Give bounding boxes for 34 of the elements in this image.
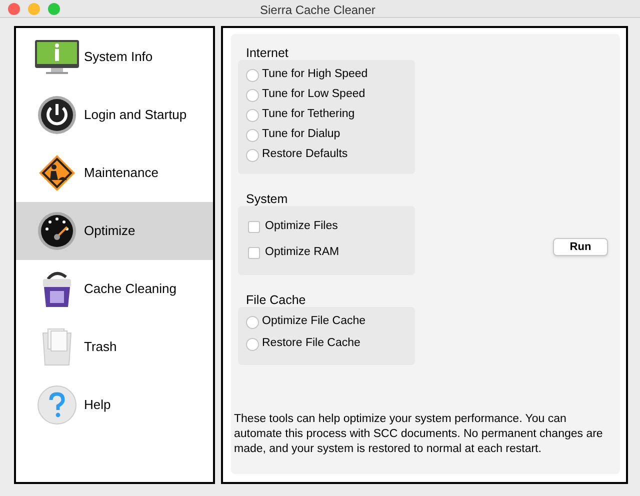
radio-button[interactable] (246, 68, 259, 82)
monitor-icon (34, 39, 80, 75)
option-label: Optimize File Cache (262, 314, 366, 330)
power-icon (37, 95, 77, 135)
option-label: Tune for Low Speed (262, 87, 366, 102)
option-label: Optimize Files (265, 219, 338, 234)
option-label: Tune for Tethering (262, 107, 355, 122)
radio-button[interactable] (246, 338, 259, 350)
help-icon (37, 385, 77, 425)
radio-button[interactable] (246, 316, 259, 328)
option-label: Tune for High Speed (262, 67, 368, 82)
option-label: Restore File Cache (262, 336, 360, 352)
worker-sign-icon (38, 154, 76, 192)
gauge-icon (37, 211, 77, 251)
group-heading: System (245, 191, 289, 206)
sidebar-item[interactable]: Optimize (16, 202, 213, 260)
minimize-button[interactable] (28, 2, 40, 14)
checkbox[interactable] (248, 221, 260, 233)
window-title: Sierra Cache Cleaner (260, 2, 376, 19)
checkbox[interactable] (248, 247, 260, 259)
close-button[interactable] (8, 2, 20, 14)
option-label: Optimize RAM (265, 245, 340, 260)
radio-button[interactable] (246, 88, 259, 102)
trash-icon (40, 327, 74, 367)
radio-button[interactable] (246, 128, 259, 142)
zoom-button[interactable] (48, 2, 60, 14)
group-heading: Internet (245, 45, 290, 60)
radio-button[interactable] (246, 108, 259, 122)
run-button[interactable]: Run (553, 238, 608, 256)
option-label: Tune for Dialup (262, 127, 340, 142)
option-label: Restore Defaults (262, 147, 348, 162)
radio-button[interactable] (246, 148, 259, 162)
group-heading: File Cache (245, 292, 307, 307)
description-text: These tools can help optimize your system performance. You can automate this process with SCC documents. No permanent changes are made, and your system is restored to normal at each restart. (234, 412, 604, 457)
